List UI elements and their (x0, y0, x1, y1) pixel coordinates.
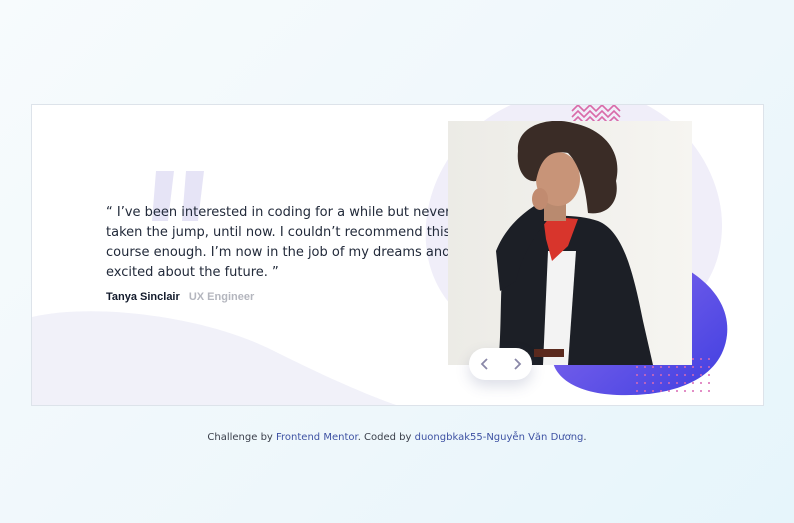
footer-prefix: Challenge by (207, 432, 277, 443)
author-info: Tanya Sinclair UX Engineer (106, 291, 254, 303)
chevron-right-icon (513, 358, 521, 370)
footer-middle: . Coded by (357, 432, 415, 443)
footer-suffix: . (583, 432, 587, 443)
author-name: Tanya Sinclair (106, 291, 180, 303)
previous-button[interactable] (469, 348, 500, 380)
portrait-image (448, 121, 692, 365)
testimonial-card: “ I’ve been interested in coding for a w… (31, 104, 764, 406)
next-button[interactable] (501, 348, 532, 380)
author-link[interactable]: duongbkak55-Nguyễn Văn Dương (415, 432, 584, 443)
author-photo (448, 121, 692, 365)
attribution-footer: Challenge by Frontend Mentor. Coded by d… (0, 432, 794, 443)
frontend-mentor-link[interactable]: Frontend Mentor (276, 432, 358, 443)
chevron-left-icon (480, 358, 488, 370)
slider-navigation (469, 348, 532, 380)
testimonial-quote: “ I’ve been interested in coding for a w… (106, 205, 470, 280)
author-role: UX Engineer (188, 291, 255, 303)
